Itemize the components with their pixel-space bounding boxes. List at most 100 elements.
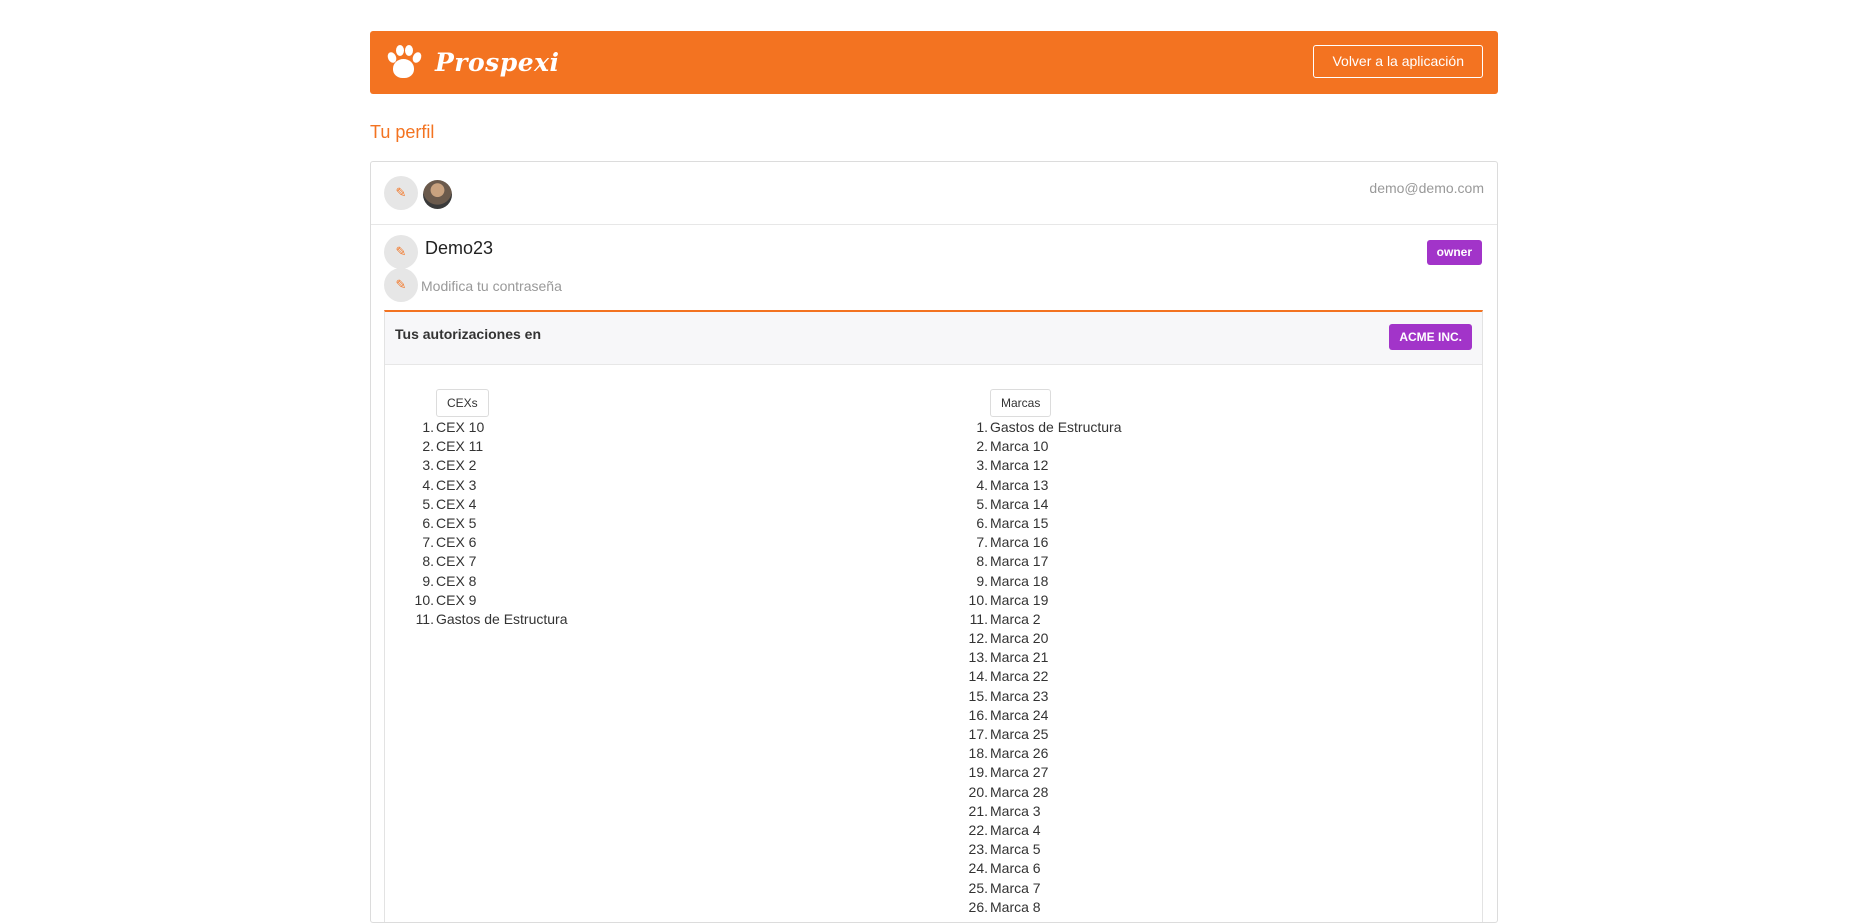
list-item: 6. Marca 15 [976, 514, 1122, 533]
list-item-number: 13. [968, 649, 988, 666]
avatar [423, 180, 452, 209]
top-bar: Prospexi Volver a la aplicación [370, 31, 1498, 94]
cex-label: CEXs [436, 389, 489, 417]
list-item: 14. Marca 22 [969, 667, 1122, 686]
list-item-label: Gastos de Estructura [436, 610, 568, 627]
list-item: 12. Marca 20 [969, 629, 1122, 648]
edit-avatar-button[interactable]: ✎ [384, 176, 418, 210]
list-item-label: Marca 15 [990, 514, 1049, 531]
list-item-number: 10. [968, 591, 988, 608]
list-item: 8. Marca 17 [976, 552, 1122, 571]
list-item-number: 22. [968, 821, 988, 838]
list-item-label: CEX 8 [436, 572, 477, 589]
list-item: 6. CEX 5 [422, 514, 568, 533]
list-item-number: 21. [968, 802, 988, 819]
list-item-number: 7. [422, 534, 434, 551]
list-item-number: 18. [968, 745, 988, 762]
list-item-label: CEX 10 [436, 419, 485, 435]
list-item-number: 3. [422, 457, 434, 474]
list-item-number: 9. [976, 572, 988, 589]
authorizations-section: Tus autorizaciones en ACME INC. CEXs 1. C… [384, 310, 1483, 922]
edit-username-button[interactable]: ✎ [384, 235, 418, 269]
list-item-number: 11. [969, 610, 988, 627]
list-item: 19. Marca 27 [969, 763, 1122, 782]
list-item-number: 1. [422, 419, 434, 435]
change-password-link[interactable]: Modifica tu contraseña [421, 278, 562, 294]
list-item: 23. Marca 5 [969, 840, 1122, 859]
avatar-row: ✎ demo@demo.com [371, 162, 1497, 225]
list-item: 10. Marca 19 [969, 591, 1122, 610]
list-item-number: 4. [976, 476, 988, 493]
list-item: 4. Marca 13 [976, 476, 1122, 495]
list-item-label: Marca 21 [990, 649, 1049, 666]
list-item: 5. Marca 14 [976, 495, 1122, 514]
list-item-label: Marca 22 [990, 668, 1049, 685]
list-item-number: 20. [968, 783, 988, 800]
list-item-label: Marca 8 [990, 898, 1041, 915]
list-item: 17. Marca 25 [969, 725, 1122, 744]
profile-panel: ✎ demo@demo.com ✎ Demo23 owner ✎ Modific… [370, 161, 1498, 923]
organization-badge[interactable]: ACME INC. [1389, 324, 1472, 350]
list-item: 8. CEX 7 [422, 552, 568, 571]
list-item-label: CEX 2 [436, 457, 477, 474]
edit-icon: ✎ [395, 185, 407, 200]
list-item: 5. CEX 4 [422, 495, 568, 514]
list-item-label: Gastos de Estructura [990, 419, 1122, 435]
back-to-app-button[interactable]: Volver a la aplicación [1313, 45, 1483, 78]
list-item-label: CEX 9 [436, 591, 477, 608]
paw-icon [385, 44, 423, 80]
list-item-number: 23. [968, 841, 988, 858]
list-item: 11. Marca 2 [970, 610, 1122, 629]
list-item-number: 5. [422, 495, 434, 512]
list-item-label: Marca 3 [990, 802, 1041, 819]
list-item: 7. Marca 16 [976, 533, 1122, 552]
page-title: Tu perfil [370, 122, 435, 142]
edit-icon: ✎ [395, 244, 407, 259]
list-item: 9. CEX 8 [422, 572, 568, 591]
list-item-number: 17. [968, 726, 988, 742]
brand[interactable]: Prospexi [385, 44, 560, 80]
marcas-label: Marcas [990, 389, 1052, 417]
list-item-number: 3. [976, 457, 988, 474]
list-item-label: Marca 26 [990, 745, 1049, 762]
list-item-label: Marca 28 [990, 783, 1049, 800]
profile-page: Prospexi Volver a la aplicación Tu perfi… [370, 31, 1498, 923]
list-item-label: Marca 12 [990, 457, 1049, 474]
list-item-number: 4. [422, 476, 434, 493]
cex-column: CEXs 1. CEX 10 2. CEX 11 3. CEX 2 4. CEX 3 5. CEX… [415, 389, 568, 629]
list-item: 2. CEX 11 [422, 437, 568, 456]
list-item-label: CEX 3 [436, 476, 477, 493]
list-item-number: 14. [968, 668, 988, 685]
list-item-label: Marca 18 [990, 572, 1049, 589]
list-item: 1. Gastos de Estructura [976, 418, 1122, 437]
list-item: 25. Marca 7 [969, 879, 1122, 898]
list-item-number: 19. [968, 764, 988, 781]
list-item-number: 16. [968, 706, 988, 723]
list-item: 2. Marca 10 [976, 437, 1122, 456]
list-item-label: Marca 5 [990, 841, 1041, 858]
list-item: 4. CEX 3 [422, 476, 568, 495]
list-item-number: 25. [968, 879, 988, 896]
authorizations-title: Tus autorizaciones en [395, 326, 541, 342]
list-item-label: Marca 27 [990, 764, 1049, 781]
list-item-number: 2. [976, 438, 988, 455]
list-item-number: 24. [968, 860, 988, 877]
list-item-number: 6. [976, 514, 988, 531]
edit-icon: ✎ [395, 277, 407, 292]
list-item: 3. Marca 12 [976, 456, 1122, 475]
edit-password-button[interactable]: ✎ [384, 268, 418, 302]
list-item-label: Marca 10 [990, 438, 1049, 455]
list-item-label: Marca 19 [990, 591, 1049, 608]
marcas-list: 1. Gastos de Estructura 2. Marca 10 3. Marca … [969, 418, 1122, 917]
user-info-row: ✎ Demo23 owner ✎ Modifica tu contraseña [371, 225, 1497, 310]
list-item-label: Marca 16 [990, 534, 1049, 551]
brand-name: Prospexi [435, 47, 560, 77]
list-item-number: 12. [968, 630, 988, 647]
list-item-number: 1. [976, 419, 988, 435]
list-item-number: 7. [976, 534, 988, 551]
list-item-label: Marca 4 [990, 821, 1041, 838]
list-item: 21. Marca 3 [969, 802, 1122, 821]
list-item: 3. CEX 2 [422, 456, 568, 475]
list-item: 18. Marca 26 [969, 744, 1122, 763]
list-item: 10. CEX 9 [415, 591, 568, 610]
